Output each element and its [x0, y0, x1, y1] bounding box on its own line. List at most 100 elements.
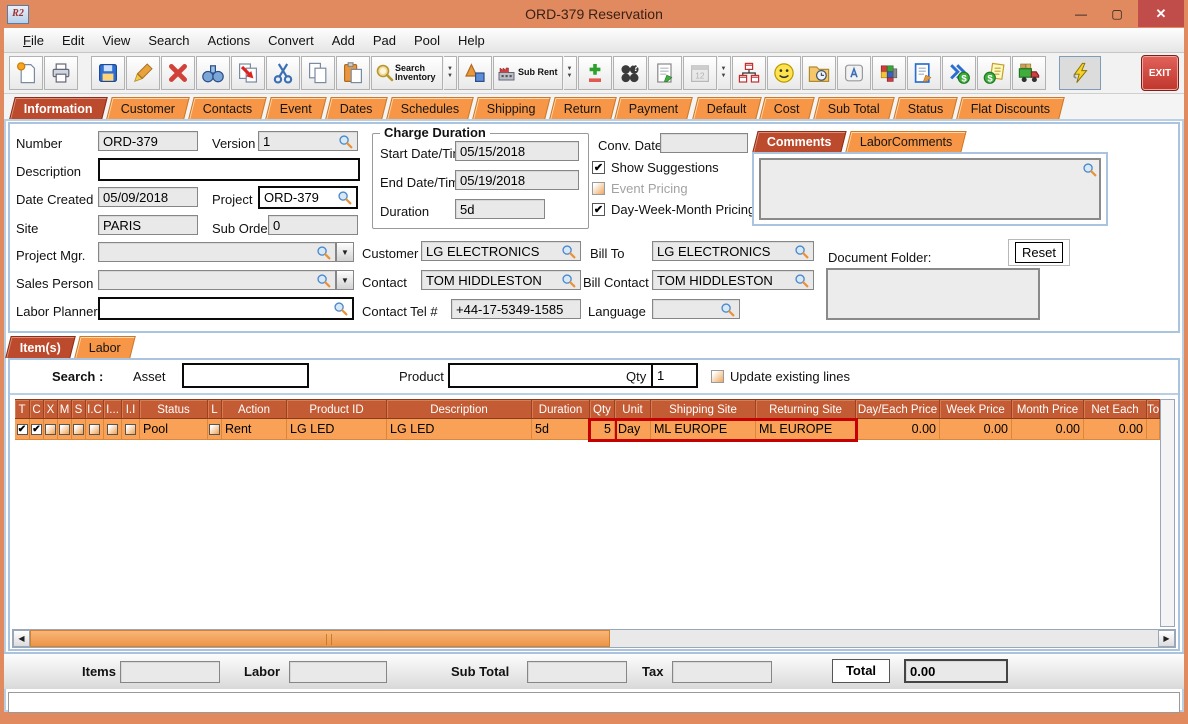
update-existing-lines-checkbox[interactable]: Update existing lines	[711, 369, 850, 384]
cell-net-each[interactable]: 0.00	[1084, 419, 1147, 440]
tab-information[interactable]: Information	[9, 97, 108, 119]
col-day-each-price[interactable]: Day/Each Price	[856, 399, 940, 419]
cell-returning-site[interactable]: ML EUROPE	[756, 419, 856, 440]
tab-contacts[interactable]: Contacts	[188, 97, 268, 119]
sub-orders-field[interactable]: 0	[268, 215, 358, 235]
calendar-dropdown[interactable]: ▼ ▼	[717, 56, 731, 90]
dwm-pricing-checkbox[interactable]: ✔ Day-Week-Month Pricing	[592, 202, 755, 217]
conv-date-field[interactable]	[660, 133, 748, 153]
product-input[interactable]	[448, 363, 656, 388]
col-ic[interactable]: I.C	[86, 399, 104, 419]
tab-schedules[interactable]: Schedules	[386, 97, 475, 119]
menu-help[interactable]: Help	[449, 31, 494, 50]
menu-file[interactable]: File	[14, 31, 53, 50]
language-field[interactable]	[652, 299, 740, 319]
dwm-pricing-box[interactable]: ✔	[592, 203, 605, 216]
cell-duration[interactable]: 5d	[532, 419, 590, 440]
cell-ii[interactable]	[122, 419, 140, 440]
cubes-button[interactable]	[871, 56, 906, 90]
cell-qty[interactable]: 5	[590, 419, 615, 440]
asset-input[interactable]	[182, 363, 309, 388]
col-l[interactable]: L	[208, 399, 222, 419]
project-mgr-field[interactable]	[98, 242, 336, 262]
project-mgr-search-icon[interactable]	[316, 245, 331, 260]
tab-sub-total[interactable]: Sub Total	[813, 97, 895, 119]
col-returning-site[interactable]: Returning Site	[756, 399, 856, 419]
col-s[interactable]: S	[72, 399, 86, 419]
cut-button[interactable]	[266, 56, 300, 90]
maximize-button[interactable]: ▢	[1102, 6, 1132, 24]
paste-button[interactable]	[336, 56, 370, 90]
cell-status[interactable]: Pool	[140, 419, 208, 440]
show-suggestions-box[interactable]: ✔	[592, 161, 605, 174]
new-order-button[interactable]	[9, 56, 43, 90]
copy-button[interactable]	[301, 56, 335, 90]
bill-to-field[interactable]: LG ELECTRONICS	[652, 241, 814, 261]
pool-options-button[interactable]: ?	[612, 56, 647, 90]
menu-pad[interactable]: Pad	[364, 31, 405, 50]
calendar-button[interactable]: 12	[682, 56, 717, 90]
comments-textarea[interactable]	[759, 158, 1101, 220]
sales-person-dropdown[interactable]: ▼	[336, 270, 354, 290]
tab-items[interactable]: Item(s)	[5, 336, 76, 358]
truck-shipping-button[interactable]	[1011, 56, 1046, 90]
menu-pool[interactable]: Pool	[405, 31, 449, 50]
col-duration[interactable]: Duration	[532, 399, 590, 419]
scrollbar-thumb[interactable]	[30, 630, 610, 647]
tab-customer[interactable]: Customer	[106, 97, 190, 119]
contact-field[interactable]: TOM HIDDLESTON	[421, 270, 581, 290]
org-chart-button[interactable]	[731, 56, 766, 90]
items-horizontal-scrollbar[interactable]: ◀ ▶	[12, 629, 1176, 648]
search-inventory-button[interactable]: Search Inventory	[371, 56, 443, 90]
notes-button[interactable]	[647, 56, 682, 90]
graphics-button[interactable]	[458, 56, 492, 90]
reset-button[interactable]: Reset	[1015, 242, 1063, 263]
cell-tot[interactable]	[1147, 419, 1160, 440]
labor-planner-field[interactable]	[98, 297, 354, 320]
search-inventory-dropdown[interactable]: ▼ ▼	[444, 56, 457, 90]
edit-button[interactable]	[126, 56, 160, 90]
start-date-field[interactable]: 05/15/2018	[455, 141, 579, 161]
keyboard-button[interactable]	[836, 56, 871, 90]
col-net-each[interactable]: Net Each	[1084, 399, 1147, 419]
col-t[interactable]: T	[15, 399, 30, 419]
smiley-button[interactable]	[766, 56, 801, 90]
tab-labor-comments[interactable]: LaborComments	[844, 131, 967, 152]
x-checkbox[interactable]	[45, 423, 56, 435]
sub-rent-dropdown[interactable]: ▼ ▼	[563, 56, 577, 90]
language-search-icon[interactable]	[720, 302, 735, 317]
invoice-dollar-button[interactable]: $	[976, 56, 1011, 90]
print-button[interactable]	[44, 56, 78, 90]
col-product-id[interactable]: Product ID	[287, 399, 387, 419]
contact-tel-field[interactable]: +44-17-5349-1585	[451, 299, 581, 319]
cell-month-price[interactable]: 0.00	[1012, 419, 1084, 440]
tab-dates[interactable]: Dates	[325, 97, 388, 119]
bill-contact-field[interactable]: TOM HIDDLESTON	[652, 270, 814, 290]
col-shipping-site[interactable]: Shipping Site	[651, 399, 756, 419]
minimize-button[interactable]: —	[1066, 6, 1096, 24]
cell-s[interactable]	[72, 419, 86, 440]
customer-field[interactable]: LG ELECTRONICS	[421, 241, 581, 261]
duration-field[interactable]: 5d	[455, 199, 545, 219]
description-field[interactable]	[98, 158, 360, 181]
cell-action[interactable]: Rent	[222, 419, 287, 440]
cell-c[interactable]: ✔	[30, 419, 44, 440]
items-vertical-scrollbar[interactable]	[1160, 399, 1175, 627]
ii-checkbox[interactable]	[125, 423, 136, 435]
tab-labor[interactable]: Labor	[74, 336, 136, 358]
col-month-price[interactable]: Month Price	[1012, 399, 1084, 419]
scroll-right-arrow-icon[interactable]: ▶	[1158, 630, 1175, 647]
item-row[interactable]: ✔ ✔ Pool Rent LG LED LG LED 5d 5 Day ML …	[15, 419, 1160, 440]
update-existing-lines-box[interactable]	[711, 370, 724, 383]
customer-search-icon[interactable]	[561, 244, 576, 259]
tab-return[interactable]: Return	[549, 97, 617, 119]
add-remove-button[interactable]	[577, 56, 612, 90]
site-field[interactable]: PARIS	[98, 215, 198, 235]
col-status[interactable]: Status	[140, 399, 208, 419]
col-description[interactable]: Description	[387, 399, 532, 419]
tab-cost[interactable]: Cost	[759, 97, 815, 119]
project-field[interactable]: ORD-379	[258, 186, 358, 209]
version-search-icon[interactable]	[338, 134, 353, 149]
exit-button[interactable]: EXIT	[1141, 55, 1179, 91]
col-i-dot[interactable]: I...	[104, 399, 122, 419]
